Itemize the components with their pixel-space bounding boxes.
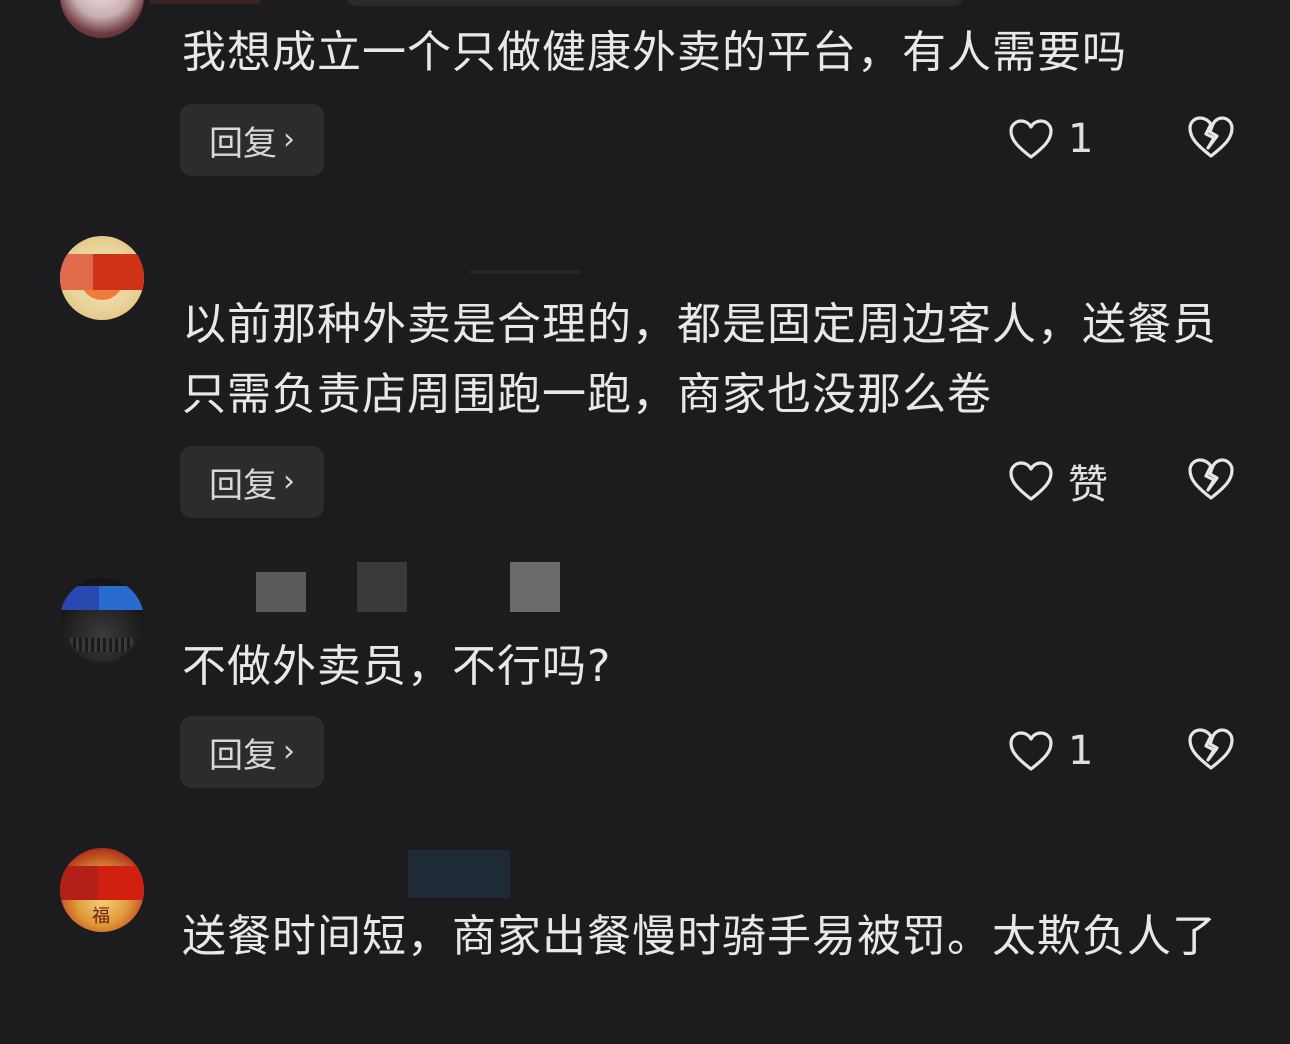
broken-heart-icon <box>1186 456 1236 502</box>
broken-heart-icon <box>1186 726 1236 772</box>
comment-text: 我想成立一个只做健康外卖的平台，有人需要吗 <box>182 27 1127 78</box>
redacted-block <box>60 866 144 900</box>
comment-text: 不做外卖员，不行吗? <box>182 641 612 692</box>
like-count: 赞 <box>1068 462 1108 508</box>
reply-button[interactable]: 回复 › <box>180 716 324 788</box>
redacted-username <box>510 562 560 612</box>
reply-label: 回复 <box>209 735 277 776</box>
like-count: 1 <box>1068 728 1094 774</box>
chevron-right-icon: › <box>283 463 295 499</box>
broken-heart-icon <box>1186 114 1236 160</box>
reply-label: 回复 <box>209 123 277 164</box>
avatar-fu-glyph: 福 <box>92 906 110 927</box>
like-count: 1 <box>1068 116 1094 162</box>
redacted-username <box>256 572 306 612</box>
like-button[interactable]: 1 <box>1008 114 1093 164</box>
dislike-button[interactable] <box>1186 114 1236 164</box>
heart-outline-icon <box>1008 730 1054 772</box>
heart-outline-icon <box>1008 118 1054 160</box>
avatar[interactable] <box>60 236 144 320</box>
comment-text: 以前那种外卖是合理的，都是固定周边客人，送餐员只需负责店周围跑一跑，商家也没那么… <box>182 299 1217 420</box>
redacted-username <box>408 850 510 898</box>
avatar[interactable] <box>60 578 144 662</box>
avatar[interactable] <box>60 0 144 38</box>
reply-button[interactable]: 回复 › <box>180 104 324 176</box>
avatar[interactable]: 福 <box>60 848 144 932</box>
like-button[interactable]: 1 <box>1008 726 1093 776</box>
redacted-username <box>357 562 407 612</box>
reply-label: 回复 <box>209 465 277 506</box>
chevron-right-icon: › <box>283 121 295 157</box>
comment-text: 送餐时间短，商家出餐慢时骑手易被罚。太欺负人了 <box>182 911 1217 962</box>
redacted-block <box>60 586 144 610</box>
redacted-block <box>60 254 144 290</box>
like-button[interactable]: 赞 <box>1008 456 1108 508</box>
redacted-username <box>470 270 580 274</box>
top-redacted-name <box>150 0 260 4</box>
dislike-button[interactable] <box>1186 726 1236 776</box>
dislike-button[interactable] <box>1186 456 1236 506</box>
chevron-right-icon: › <box>283 733 295 769</box>
top-search-bar-edge <box>345 0 965 6</box>
heart-outline-icon <box>1008 460 1054 502</box>
reply-button[interactable]: 回复 › <box>180 446 324 518</box>
